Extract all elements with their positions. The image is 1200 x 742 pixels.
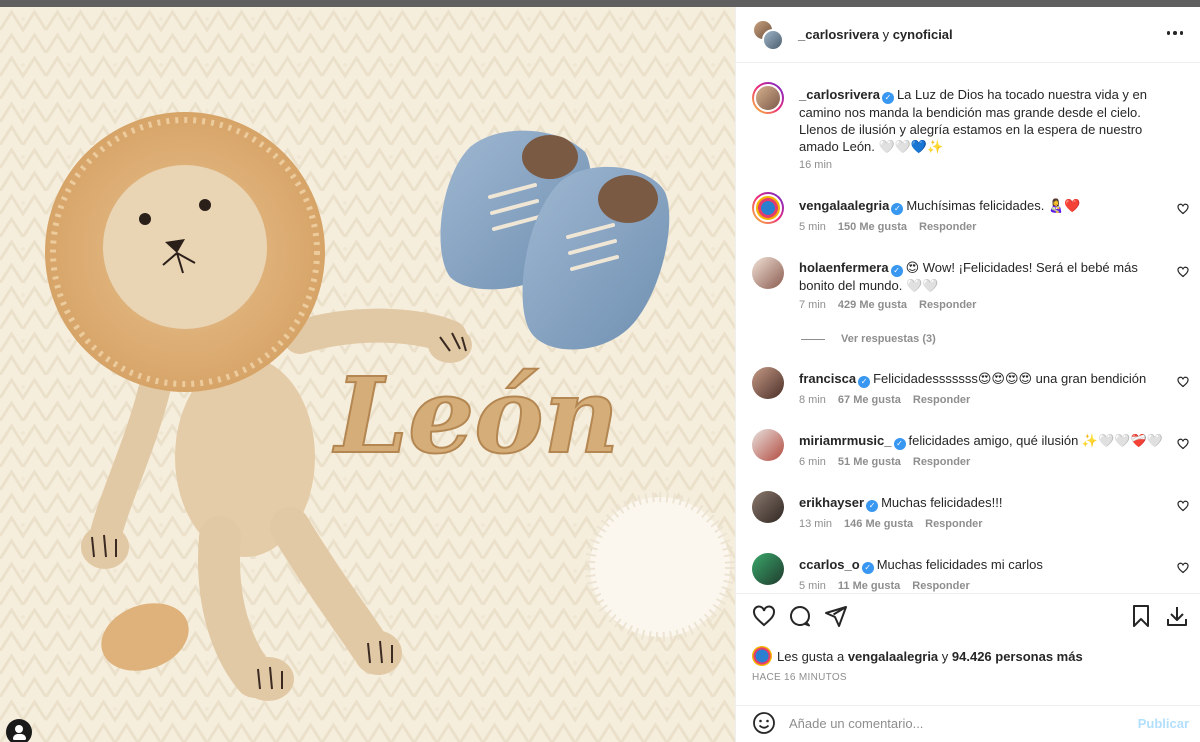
owner-username[interactable]: _carlosrivera	[798, 27, 879, 42]
post-actions: Les gusta a vengalaalegria y 94.426 pers…	[736, 593, 1200, 705]
emoji-icon[interactable]	[752, 711, 776, 735]
comment-likes[interactable]: 51 Me gusta	[838, 456, 901, 468]
comment-username[interactable]: miriamrmusic_	[799, 433, 892, 448]
heart-icon[interactable]	[1177, 562, 1189, 574]
post-timestamp: HACE 16 MINUTOS	[752, 672, 847, 683]
collaborator-username[interactable]: cynoficial	[893, 27, 953, 42]
avatar[interactable]	[752, 257, 784, 289]
comment-time: 8 min	[799, 394, 826, 406]
comments-list[interactable]: _carlosrivera ✓ La Luz de Dios ha tocado n…	[736, 64, 1200, 594]
comment-likes[interactable]: 429 Me gusta	[838, 299, 907, 311]
comment-text: ccarlos_o ✓ Muchas felicidades mi carlos	[799, 556, 1171, 574]
comment-likes[interactable]: 67 Me gusta	[838, 394, 901, 406]
comment-input[interactable]	[789, 711, 1129, 735]
avatar[interactable]	[752, 367, 784, 399]
comment-text: erikhayser ✓ Muchas felicidades!!!	[799, 494, 1171, 512]
verified-icon: ✓	[890, 265, 903, 277]
reply-button[interactable]: Responder	[919, 221, 976, 233]
comment-username[interactable]: vengalaalegria	[799, 198, 889, 213]
comment-meta: 13 min 146 Me gusta Responder	[799, 518, 995, 530]
likes-others[interactable]: 94.426 personas más	[952, 649, 1083, 664]
avatar[interactable]	[752, 646, 772, 666]
post-photo[interactable]: León	[0, 7, 735, 742]
heart-icon[interactable]	[752, 604, 776, 628]
comment-body: Muchas felicidades mi carlos	[876, 557, 1043, 572]
comment-time: 5 min	[799, 580, 826, 592]
likes-summary[interactable]: Les gusta a vengalaalegria y 94.426 pers…	[752, 646, 1083, 666]
caption-username[interactable]: _carlosrivera	[799, 87, 880, 102]
heart-icon[interactable]	[1177, 203, 1189, 215]
comment-body: Muchas felicidades!!!	[881, 495, 1003, 510]
publish-button[interactable]: Publicar	[1138, 716, 1189, 731]
reply-button[interactable]: Responder	[912, 580, 969, 592]
comment-username[interactable]: ccarlos_o	[799, 557, 860, 572]
comment-text: vengalaalegria ✓ Muchísimas felicidades. 👩…	[799, 197, 1171, 215]
comment-time: 7 min	[799, 299, 826, 311]
download-icon[interactable]	[1165, 604, 1189, 628]
caption-text: _carlosrivera ✓ La Luz de Dios ha tocado n…	[799, 86, 1171, 155]
caption-time: 16 min	[799, 159, 833, 171]
view-replies-label: Ver respuestas (3)	[841, 333, 936, 345]
heart-icon[interactable]	[1177, 266, 1189, 278]
post-authors: _carlosrivera y cynoficial	[798, 27, 953, 42]
comment-time: 13 min	[799, 518, 833, 530]
comment-meta: 7 min 429 Me gusta Responder	[799, 299, 988, 311]
comment-likes[interactable]: 146 Me gusta	[844, 518, 913, 530]
heart-icon[interactable]	[1177, 376, 1189, 388]
verified-icon: ✓	[866, 500, 879, 512]
likes-prefix: Les gusta a	[777, 648, 848, 664]
bookmark-icon[interactable]	[1129, 604, 1153, 628]
comment-time: 5 min	[799, 221, 826, 233]
comment-icon[interactable]	[788, 604, 812, 628]
collab-avatars[interactable]	[752, 19, 784, 51]
verified-icon: ✓	[858, 376, 871, 388]
comment-text: holaenfermera ✓ 😍 Wow! ¡Felicidades! Será …	[799, 259, 1171, 294]
heart-icon[interactable]	[1177, 438, 1189, 450]
comment-text: francisca ✓ Felicidadesssssss😍😍😍😍 una gran…	[799, 370, 1171, 388]
comment-likes[interactable]: 150 Me gusta	[838, 221, 907, 233]
top-bar	[0, 0, 1200, 7]
avatar[interactable]	[752, 429, 784, 461]
reply-button[interactable]: Responder	[913, 456, 970, 468]
verified-icon: ✓	[891, 203, 904, 215]
share-icon[interactable]	[824, 604, 848, 628]
comment-time: 6 min	[799, 456, 826, 468]
likes-user[interactable]: vengalaalegria	[848, 649, 938, 664]
likes-connector: y	[938, 648, 952, 664]
heart-icon[interactable]	[1177, 500, 1189, 512]
reply-button[interactable]: Responder	[925, 518, 982, 530]
comment-username[interactable]: erikhayser	[799, 495, 864, 510]
reply-button[interactable]: Responder	[919, 299, 976, 311]
photo-illustration: León	[0, 7, 735, 742]
comment-meta: 5 min 150 Me gusta Responder	[799, 221, 988, 233]
comment-username[interactable]: francisca	[799, 371, 856, 386]
comment-meta: 6 min 51 Me gusta Responder	[799, 456, 982, 468]
embroidered-name: León	[332, 354, 619, 477]
comment-text: miriamrmusic_ ✓ felicidades amigo, qué ilu…	[799, 432, 1171, 450]
post-sidebar: _carlosrivera y cynoficial _carlosrivera…	[735, 7, 1200, 742]
comment-body: Muchísimas felicidades. 👩‍🍼❤️	[906, 198, 1081, 213]
verified-icon: ✓	[893, 438, 906, 450]
avatar[interactable]	[752, 192, 784, 224]
profile-icon[interactable]	[6, 719, 32, 742]
comment-meta: 8 min 67 Me gusta Responder	[799, 394, 982, 406]
avatar[interactable]	[752, 82, 784, 114]
verified-icon: ✓	[861, 562, 874, 574]
verified-icon: ✓	[881, 92, 894, 104]
authors-connector: y	[878, 27, 893, 42]
view-replies-button[interactable]: Ver respuestas (3)	[801, 333, 936, 345]
comment-username[interactable]: holaenfermera	[799, 260, 889, 275]
avatar[interactable]	[752, 553, 784, 585]
caption-meta: 16 min	[799, 159, 844, 171]
avatar[interactable]	[762, 29, 784, 51]
comment-form: Publicar	[736, 705, 1200, 742]
reply-button[interactable]: Responder	[913, 394, 970, 406]
avatar[interactable]	[752, 491, 784, 523]
comment-body: felicidades amigo, qué ilusión ✨🤍🤍❤️‍🩹🤍	[908, 433, 1163, 448]
comment-meta: 5 min 11 Me gusta Responder	[799, 580, 982, 592]
more-icon[interactable]	[1165, 23, 1185, 43]
comment-body: Felicidadesssssss😍😍😍😍 una gran bendición	[873, 371, 1147, 386]
comment-likes[interactable]: 11 Me gusta	[838, 580, 900, 592]
post-header: _carlosrivera y cynoficial	[736, 7, 1200, 63]
